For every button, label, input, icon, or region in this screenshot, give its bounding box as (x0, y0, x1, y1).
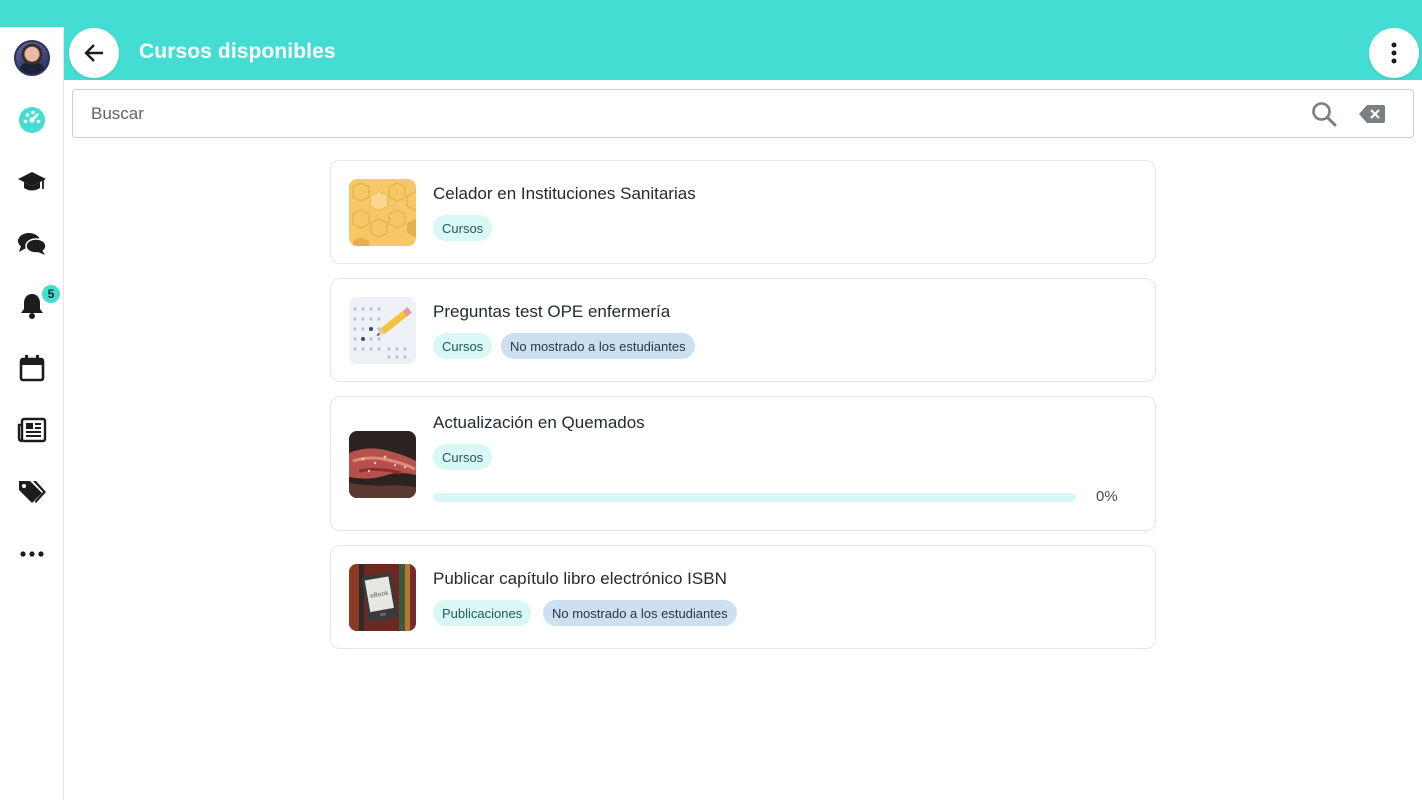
top-bar: Cursos disponibles (64, 27, 1422, 80)
sidebar-item-news[interactable] (0, 404, 63, 456)
sidebar-item-more[interactable] (0, 528, 63, 580)
search-bar (72, 89, 1414, 138)
sidebar-item-notifications[interactable]: 5 (0, 280, 63, 332)
tags-icon (18, 481, 46, 503)
category-chip: Publicaciones (433, 600, 532, 626)
sidebar-item-dashboard[interactable] (0, 94, 63, 146)
sidebar-item-profile[interactable] (0, 32, 63, 84)
sidebar-item-messages[interactable] (0, 218, 63, 270)
course-title: Actualización en Quemados (433, 413, 645, 432)
back-button[interactable] (69, 28, 119, 78)
more-options-button[interactable] (1369, 28, 1419, 78)
notification-count-badge: 5 (40, 283, 62, 305)
course-thumbnail (349, 431, 416, 498)
calendar-icon (19, 355, 44, 382)
course-thumbnail: eBook (349, 564, 416, 631)
visibility-chip: No mostrado a los estudiantes (543, 600, 737, 626)
category-chip: Cursos (433, 444, 493, 470)
chat-bubbles-icon (17, 233, 47, 255)
sidebar-item-courses[interactable] (0, 156, 63, 208)
course-title: Publicar capítulo libro electrónico ISBN (433, 569, 727, 588)
sidebar-item-calendar[interactable] (0, 342, 63, 394)
more-horizontal-icon (19, 551, 44, 557)
arrow-left-icon (84, 44, 103, 62)
category-chip: Cursos (433, 333, 493, 359)
course-progress-text: 0% (1096, 488, 1118, 505)
course-title: Preguntas test OPE enfermería (433, 302, 671, 321)
course-card-celador[interactable]: Celador en Instituciones Sanitarias Curs… (330, 160, 1156, 264)
course-thumbnail (349, 179, 416, 246)
dashboard-icon (18, 107, 45, 133)
course-title: Celador en Instituciones Sanitarias (433, 184, 696, 203)
course-card-quemados[interactable]: Actualización en Quemados Cursos 0% (330, 396, 1156, 531)
search-icon[interactable] (1311, 101, 1337, 132)
category-chip: Cursos (433, 215, 493, 241)
search-input[interactable] (91, 100, 1291, 128)
page-title: Cursos disponibles (139, 40, 336, 63)
avatar (13, 40, 50, 76)
newspaper-icon (17, 417, 46, 443)
course-card-test-ope[interactable]: Preguntas test OPE enfermería Cursos No … (330, 278, 1156, 382)
sidebar: 5 (0, 27, 64, 800)
course-card-isbn[interactable]: eBook Publicar capítulo libro electrónic… (330, 545, 1156, 649)
more-vertical-icon (1391, 42, 1397, 64)
graduation-cap-icon (17, 172, 46, 191)
sidebar-item-tags[interactable] (0, 466, 63, 518)
status-bar (0, 0, 1422, 27)
clear-search-icon[interactable] (1358, 103, 1386, 130)
course-progress-bar (433, 493, 1076, 502)
visibility-chip: No mostrado a los estudiantes (501, 333, 695, 359)
course-thumbnail (349, 297, 416, 364)
